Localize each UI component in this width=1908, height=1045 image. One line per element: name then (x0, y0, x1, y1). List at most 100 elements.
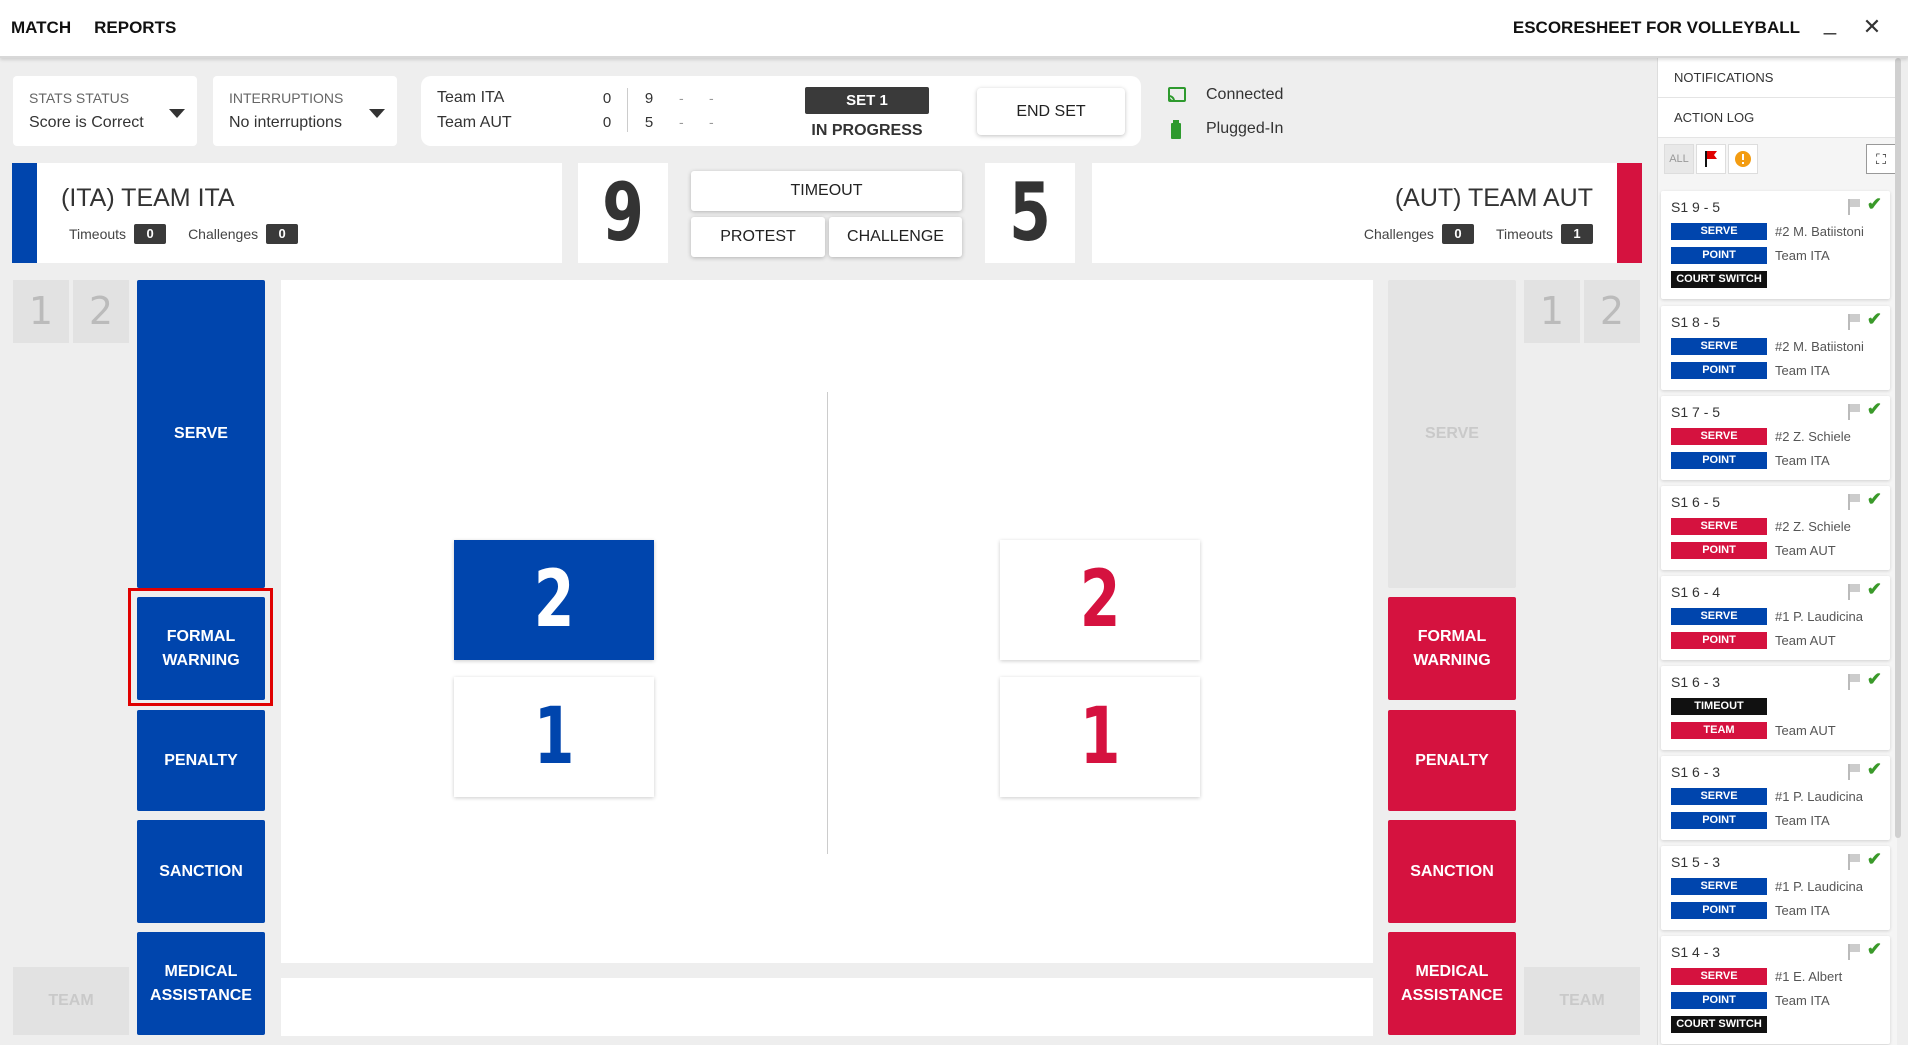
check-icon: ✔ (1866, 759, 1882, 779)
log-entry-score: S1 6 - 4 (1671, 584, 1721, 600)
medical-assistance-button-right[interactable]: MEDICAL ASSISTANCE (1388, 932, 1516, 1035)
top-bar: MATCH REPORTS ESCORESHEET FOR VOLLEYBALL… (0, 0, 1908, 58)
log-text: Team ITA (1775, 903, 1830, 918)
position-left-front[interactable]: 2 (454, 540, 654, 660)
challenges-badge: 0 (1441, 224, 1474, 244)
filter-alert[interactable] (1728, 144, 1758, 174)
formal-warning-button-right[interactable]: FORMAL WARNING (1388, 597, 1516, 700)
set3-score-aut: - (709, 114, 714, 130)
team-header-right: (AUT) TEAM AUT Challenges 0 Timeouts 1 (1092, 163, 1642, 263)
menu-match[interactable]: MATCH (11, 18, 71, 38)
set-tab-2-right[interactable]: 2 (1584, 280, 1640, 343)
log-entry-score: S1 9 - 5 (1671, 199, 1721, 215)
log-entry-score: S1 8 - 5 (1671, 314, 1721, 330)
log-line: TIMEOUT (1671, 698, 1775, 715)
timeouts-label: Timeouts (69, 226, 127, 242)
log-scrollbar[interactable] (1895, 58, 1901, 838)
position-number: 2 (1079, 555, 1121, 645)
flag-icon[interactable] (1848, 199, 1860, 215)
check-icon: ✔ (1866, 579, 1882, 599)
log-entry[interactable]: S1 7 - 5 ✔ SERVE #2 Z. Schiele POINT Team ITA (1661, 396, 1890, 480)
stats-status-dropdown[interactable]: STATS STATUS Score is Correct (13, 76, 197, 146)
log-tag: POINT (1671, 452, 1767, 469)
log-line: SERVE #1 P. Laudicina (1671, 608, 1863, 625)
log-text: Team AUT (1775, 633, 1836, 648)
log-line: POINT Team ITA (1671, 902, 1830, 919)
connection-status: Connected (1168, 86, 1283, 104)
challenge-button[interactable]: CHALLENGE (829, 217, 962, 257)
log-entry[interactable]: S1 6 - 3 ✔ TIMEOUT TEAM Team AUT (1661, 666, 1890, 750)
timeouts-counter: Timeouts 1 (1488, 224, 1593, 244)
flag-icon[interactable] (1848, 944, 1860, 960)
log-line: POINT Team AUT (1671, 542, 1836, 559)
set-tab-1-left[interactable]: 1 (13, 280, 69, 343)
menu-reports[interactable]: REPORTS (94, 18, 176, 38)
flag-icon[interactable] (1848, 854, 1860, 870)
protest-button[interactable]: PROTEST (691, 217, 825, 257)
expand-icon[interactable]: ⛶ (1866, 144, 1896, 174)
flag-icon[interactable] (1848, 674, 1860, 690)
log-line: POINT Team ITA (1671, 247, 1830, 264)
set-tab-2-left[interactable]: 2 (73, 280, 129, 343)
score-team-ita: Team ITA (437, 89, 505, 106)
challenges-badge: 0 (266, 224, 299, 244)
notifications-link[interactable]: NOTIFICATIONS (1658, 58, 1898, 98)
action-log-link[interactable]: ACTION LOG (1658, 98, 1898, 138)
flag-icon[interactable] (1848, 404, 1860, 420)
interruptions-dropdown[interactable]: INTERRUPTIONS No interruptions (213, 76, 397, 146)
team-name-right: (AUT) TEAM AUT (1394, 184, 1593, 212)
sanction-button-right[interactable]: SANCTION (1388, 820, 1516, 923)
flag-icon[interactable] (1848, 584, 1860, 600)
end-set-button[interactable]: END SET (977, 88, 1125, 135)
interruptions-value: No interruptions (229, 114, 342, 131)
log-entry[interactable]: S1 9 - 5 ✔ SERVE #2 M. Batiistoni POINT Team … (1661, 191, 1890, 299)
log-tag: SERVE (1671, 338, 1767, 355)
team-button-right[interactable]: TEAM (1524, 967, 1640, 1035)
log-entry-score: S1 6 - 5 (1671, 494, 1721, 510)
timeouts-badge: 0 (134, 224, 167, 244)
timeouts-counter: Timeouts 0 (61, 224, 167, 244)
interruptions-label: INTERRUPTIONS (229, 90, 344, 106)
log-tag: POINT (1671, 632, 1767, 649)
log-line: SERVE #2 M. Batiistoni (1671, 223, 1864, 240)
log-text: #2 M. Batiistoni (1775, 224, 1864, 239)
medical-assistance-button-left[interactable]: MEDICAL ASSISTANCE (137, 932, 265, 1035)
flag-icon[interactable] (1848, 314, 1860, 330)
position-right-back[interactable]: 1 (1000, 677, 1200, 797)
position-right-front[interactable]: 2 (1000, 540, 1200, 660)
flag-icon[interactable] (1848, 764, 1860, 780)
team-button-left[interactable]: TEAM (13, 967, 129, 1035)
team-name-left: (ITA) TEAM ITA (61, 184, 235, 212)
battery-icon (1168, 120, 1186, 139)
log-entry[interactable]: S1 4 - 3 ✔ SERVE #1 E. Albert POINT Team ITA C… (1661, 936, 1890, 1044)
stats-status-value: Score is Correct (29, 114, 144, 131)
selection-highlight (128, 588, 273, 706)
log-entry[interactable]: S1 5 - 3 ✔ SERVE #1 P. Laudicina POINT Team I… (1661, 846, 1890, 930)
penalty-button-right[interactable]: PENALTY (1388, 710, 1516, 811)
timeout-button[interactable]: TIMEOUT (691, 171, 962, 211)
log-tag: POINT (1671, 247, 1767, 264)
log-text: #2 Z. Schiele (1775, 429, 1851, 444)
log-entry[interactable]: S1 6 - 3 ✔ SERVE #1 P. Laudicina POINT Team I… (1661, 756, 1890, 840)
flag-icon[interactable] (1848, 494, 1860, 510)
timeouts-badge: 1 (1561, 224, 1593, 244)
log-line: POINT Team ITA (1671, 992, 1830, 1009)
serve-button-right[interactable]: SERVE (1388, 280, 1516, 588)
position-number: 1 (1079, 692, 1121, 782)
set-scoreboard: Team ITA Team AUT 0 0 9 5 - - - - SET 1 … (421, 76, 1141, 146)
minimize-button[interactable]: _ (1818, 10, 1842, 36)
position-left-back[interactable]: 1 (454, 677, 654, 797)
log-entry[interactable]: S1 6 - 4 ✔ SERVE #1 P. Laudicina POINT Team A… (1661, 576, 1890, 660)
filter-flag[interactable] (1696, 144, 1726, 174)
log-tag: TEAM (1671, 722, 1767, 739)
penalty-button-left[interactable]: PENALTY (137, 710, 265, 811)
log-entry[interactable]: S1 6 - 5 ✔ SERVE #2 Z. Schiele POINT Team AUT (1661, 486, 1890, 570)
set-tab-1-right[interactable]: 1 (1524, 280, 1580, 343)
power-label: Plugged-In (1206, 120, 1284, 137)
filter-all[interactable]: ALL (1664, 144, 1694, 174)
close-button[interactable]: ✕ (1860, 14, 1884, 40)
log-entry[interactable]: S1 8 - 5 ✔ SERVE #2 M. Batiistoni POINT Team … (1661, 306, 1890, 390)
sanction-button-left[interactable]: SANCTION (137, 820, 265, 923)
serve-button-left[interactable]: SERVE (137, 280, 265, 588)
log-tag: POINT (1671, 362, 1767, 379)
